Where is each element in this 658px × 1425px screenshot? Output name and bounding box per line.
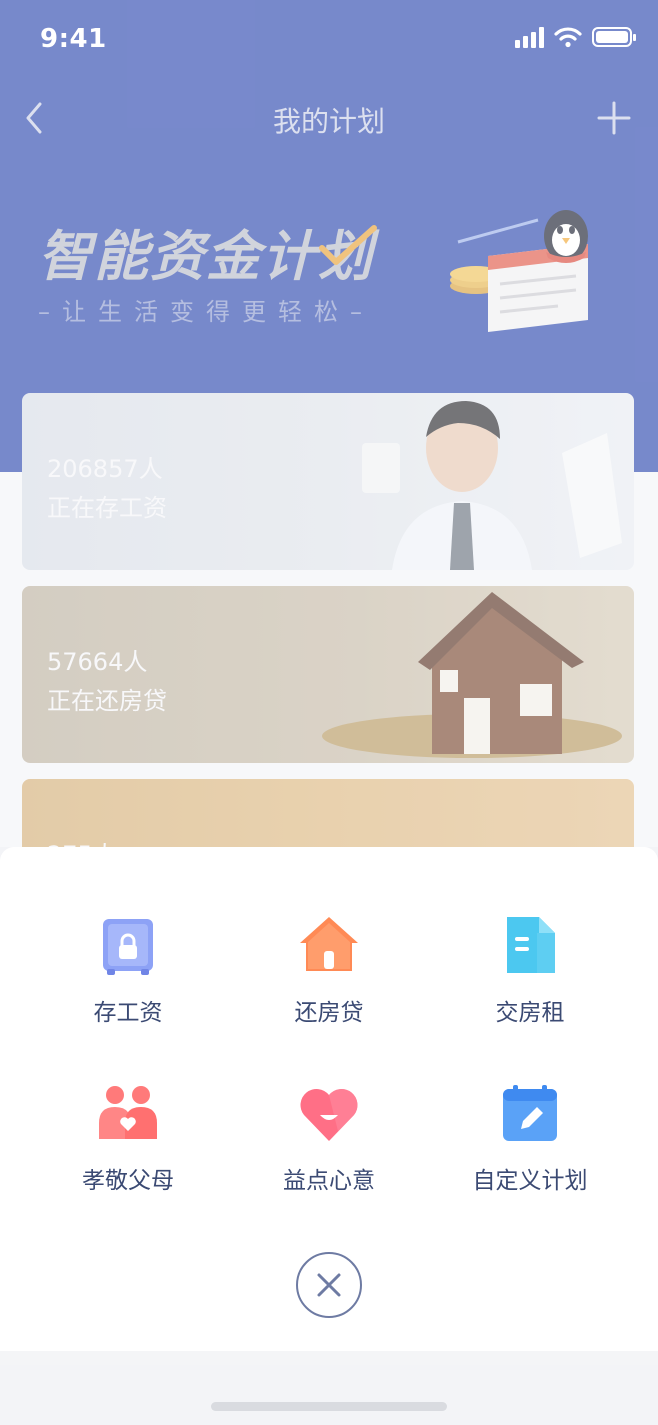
house-icon <box>300 917 358 971</box>
calendar-edit-icon <box>503 1085 557 1141</box>
home-indicator[interactable] <box>211 1402 447 1411</box>
option-repay-mortgage[interactable]: 还房贷 <box>249 915 409 1035</box>
option-label: 存工资 <box>93 1000 163 1026</box>
option-label: 还房贷 <box>294 1000 364 1026</box>
option-label: 孝敬父母 <box>82 1168 174 1194</box>
safe-icon <box>103 919 153 975</box>
option-label: 益点心意 <box>283 1168 375 1194</box>
parents-icon <box>99 1086 157 1139</box>
sheet-divider <box>0 1351 658 1365</box>
option-pay-rent[interactable]: 交房租 <box>450 915 610 1035</box>
option-label: 自定义计划 <box>472 1168 588 1194</box>
option-filial-piety[interactable]: 孝敬父母 <box>48 1083 208 1203</box>
close-icon <box>317 1273 341 1297</box>
heart-icon <box>300 1088 358 1141</box>
modal-overlay[interactable] <box>0 0 658 847</box>
close-button[interactable] <box>296 1252 362 1318</box>
option-label: 交房租 <box>495 1000 565 1026</box>
option-token-of-love[interactable]: 益点心意 <box>249 1083 409 1203</box>
option-custom-plan[interactable]: 自定义计划 <box>450 1083 610 1203</box>
option-save-salary[interactable]: 存工资 <box>48 915 208 1035</box>
document-icon <box>507 917 555 973</box>
